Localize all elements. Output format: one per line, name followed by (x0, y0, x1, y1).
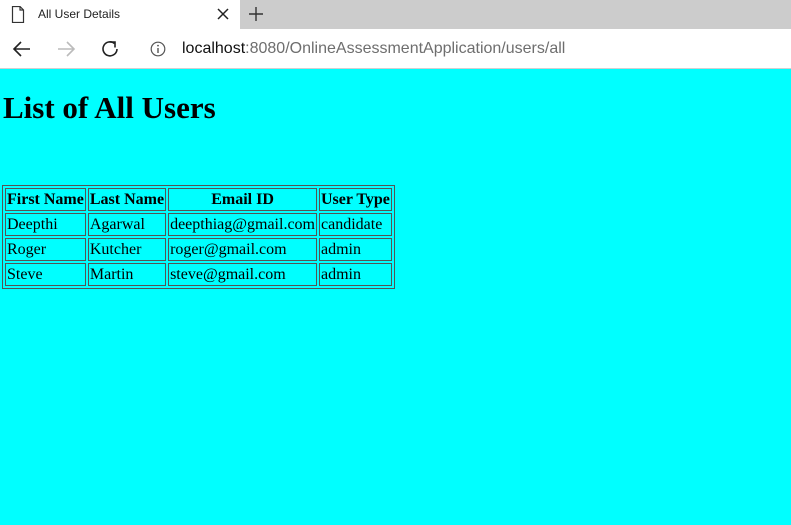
browser-toolbar: localhost:8080/OnlineAssessmentApplicati… (0, 29, 791, 69)
table-row: Roger Kutcher roger@gmail.com admin (5, 238, 392, 261)
column-header-user-type: User Type (319, 188, 392, 211)
cell-last-name: Kutcher (87, 238, 167, 261)
url-host: localhost (182, 40, 246, 57)
page-content: List of All Users First Name Last Name E… (0, 69, 791, 525)
reload-icon[interactable] (100, 39, 120, 59)
cell-email: steve@gmail.com (168, 263, 317, 286)
cell-first-name: Steve (5, 263, 86, 286)
tab-strip: All User Details (0, 0, 791, 29)
column-header-last-name: Last Name (87, 188, 167, 211)
cell-email: deepthiag@gmail.com (168, 213, 317, 236)
url-path: :8080/OnlineAssessmentApplication/users/… (245, 40, 566, 57)
cell-user-type: admin (319, 263, 392, 286)
page-icon (11, 5, 25, 26)
cell-email: roger@gmail.com (168, 238, 317, 261)
table-row: Deepthi Agarwal deepthiag@gmail.com cand… (5, 213, 392, 236)
info-icon[interactable] (150, 41, 166, 62)
address-bar[interactable]: localhost:8080/OnlineAssessmentApplicati… (139, 33, 791, 65)
forward-icon[interactable] (56, 39, 76, 59)
url-text[interactable]: localhost:8080/OnlineAssessmentApplicati… (182, 40, 565, 58)
cell-first-name: Roger (5, 238, 86, 261)
tab-title: All User Details (38, 7, 121, 21)
column-header-email-id: Email ID (168, 188, 317, 211)
close-icon[interactable] (216, 7, 230, 24)
cell-last-name: Martin (87, 263, 167, 286)
cell-last-name: Agarwal (87, 213, 167, 236)
users-table: First Name Last Name Email ID User Type … (2, 185, 395, 289)
table-header-row: First Name Last Name Email ID User Type (5, 188, 392, 211)
cell-user-type: admin (319, 238, 392, 261)
tab-all-user-details[interactable]: All User Details (0, 0, 240, 29)
back-icon[interactable] (12, 39, 32, 59)
cell-user-type: candidate (319, 213, 392, 236)
new-tab-icon[interactable] (247, 5, 265, 28)
table-row: Steve Martin steve@gmail.com admin (5, 263, 392, 286)
column-header-first-name: First Name (5, 188, 86, 211)
page-heading: List of All Users (3, 90, 216, 125)
cell-first-name: Deepthi (5, 213, 86, 236)
